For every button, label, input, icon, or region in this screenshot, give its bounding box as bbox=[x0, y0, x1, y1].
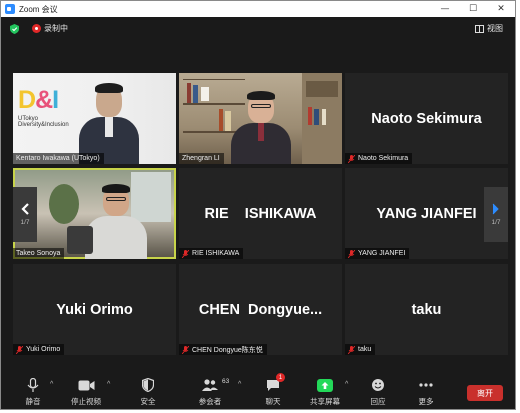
mic-muted-icon bbox=[16, 345, 23, 354]
participant-display-name: Yuki Orimo bbox=[56, 301, 133, 318]
window-controls: — ☐ ✕ bbox=[431, 1, 515, 17]
chat-button[interactable]: 1 聊天 bbox=[253, 373, 293, 407]
view-label: 视图 bbox=[487, 24, 503, 33]
participant-name-label: taku bbox=[345, 344, 376, 355]
participant-video bbox=[85, 184, 147, 259]
video-tile[interactable]: taku taku bbox=[345, 264, 508, 355]
chat-bubble-icon: 1 bbox=[264, 373, 285, 393]
maximize-icon[interactable]: ☐ bbox=[459, 1, 487, 17]
participant-video bbox=[79, 83, 139, 164]
mic-muted-icon bbox=[182, 249, 189, 258]
meeting-toolbar: 静音 ^ 停止视频 ^ 安全 63 参会者 ^ 1 聊天 共享屏幕 ^ 回应 更… bbox=[1, 372, 515, 409]
chat-unread-badge: 1 bbox=[276, 373, 285, 382]
page-indicator-right: 1/7 bbox=[491, 219, 501, 226]
security-button[interactable]: 安全 bbox=[128, 377, 168, 407]
recording-label: 录制中 bbox=[44, 24, 68, 33]
stop-video-button[interactable]: 停止视频 bbox=[66, 377, 106, 407]
mute-label: 静音 bbox=[25, 397, 41, 406]
zoom-app-icon bbox=[5, 4, 15, 14]
page-indicator-left: 1/7 bbox=[20, 219, 30, 226]
mic-muted-icon bbox=[348, 249, 355, 258]
share-options-caret-icon[interactable]: ^ bbox=[345, 381, 348, 388]
close-icon[interactable]: ✕ bbox=[487, 1, 515, 17]
video-tile[interactable]: Yuki Orimo Yuki Orimo bbox=[13, 264, 176, 355]
participant-name-label: CHEN Dongyue陈东悦 bbox=[179, 344, 267, 355]
participant-video bbox=[231, 91, 291, 164]
recording-dot-icon bbox=[32, 24, 41, 33]
mute-options-caret-icon[interactable]: ^ bbox=[50, 381, 53, 388]
participant-name-label: Naoto Sekimura bbox=[345, 153, 413, 164]
title-bar: Zoom 会议 — ☐ ✕ bbox=[1, 1, 515, 17]
participant-name-label: Kentaro Iwakawa (UTokyo) bbox=[13, 153, 104, 164]
mic-muted-icon bbox=[348, 154, 355, 163]
logo-line2: Diversity&Inclusion bbox=[18, 122, 69, 128]
video-tile[interactable]: Zhengran LI bbox=[179, 73, 342, 164]
video-tile[interactable]: RIE ISHIKAWA RIE ISHIKAWA bbox=[179, 168, 342, 259]
bookshelf-right bbox=[302, 73, 342, 164]
participant-name-label: Takeo Sonoya bbox=[13, 248, 65, 259]
video-camera-icon bbox=[77, 377, 95, 393]
microphone-icon bbox=[24, 377, 42, 393]
mic-muted-icon bbox=[348, 345, 355, 354]
chat-label: 聊天 bbox=[265, 397, 281, 406]
more-dots-icon bbox=[417, 377, 435, 393]
held-object bbox=[67, 226, 93, 254]
encryption-shield-icon[interactable] bbox=[10, 24, 19, 34]
security-shield-icon bbox=[139, 377, 157, 393]
share-screen-button[interactable]: 共享屏幕 bbox=[305, 377, 345, 407]
participant-display-name: taku bbox=[411, 301, 442, 318]
participants-options-caret-icon[interactable]: ^ bbox=[238, 381, 241, 388]
participants-icon: 63 bbox=[201, 377, 229, 393]
security-label: 安全 bbox=[140, 397, 156, 406]
video-options-caret-icon[interactable]: ^ bbox=[107, 381, 110, 388]
participants-button[interactable]: 63 参会者 bbox=[190, 377, 230, 407]
chevron-right-icon bbox=[492, 203, 499, 215]
more-label: 更多 bbox=[418, 397, 434, 406]
window-title: Zoom 会议 bbox=[19, 4, 58, 14]
reactions-label: 回应 bbox=[370, 397, 386, 406]
recording-indicator[interactable]: 录制中 bbox=[32, 23, 68, 34]
previous-page-button[interactable]: 1/7 bbox=[13, 187, 37, 242]
view-button[interactable]: 视图 bbox=[475, 23, 503, 34]
emoji-reaction-icon bbox=[369, 377, 387, 393]
stop-video-label: 停止视频 bbox=[71, 397, 101, 406]
video-tile[interactable]: Naoto Sekimura Naoto Sekimura bbox=[345, 73, 508, 164]
share-screen-icon bbox=[316, 377, 334, 393]
mute-button[interactable]: 静音 bbox=[13, 377, 53, 407]
mic-muted-icon bbox=[182, 345, 189, 354]
reactions-button[interactable]: 回应 bbox=[358, 377, 398, 407]
participants-label: 参会者 bbox=[198, 397, 222, 406]
participant-name-label: YANG JIANFEI bbox=[345, 248, 410, 259]
chevron-left-icon bbox=[21, 203, 29, 215]
video-tile[interactable]: D&I UTokyo Diversity&Inclusion Kentaro I… bbox=[13, 73, 176, 164]
share-screen-label: 共享屏幕 bbox=[310, 397, 340, 406]
participant-display-name: CHEN Dongyue... bbox=[198, 301, 323, 318]
grid-view-icon bbox=[475, 24, 484, 33]
leave-meeting-button[interactable]: 离开 bbox=[467, 385, 503, 401]
participant-name-label: Zhengran LI bbox=[179, 153, 224, 164]
di-logo: D&I UTokyo Diversity&Inclusion bbox=[18, 86, 69, 129]
participant-display-name: RIE ISHIKAWA bbox=[204, 205, 317, 222]
video-tile[interactable]: CHEN Dongyue... CHEN Dongyue陈东悦 bbox=[179, 264, 342, 355]
participant-name-label: RIE ISHIKAWA bbox=[179, 248, 244, 259]
meeting-top-bar: 录制中 视图 bbox=[1, 17, 515, 41]
video-tile-active-speaker[interactable]: Takeo Sonoya bbox=[13, 168, 176, 259]
zoom-window: Zoom 会议 — ☐ ✕ 录制中 视图 D&I UTokyo Diversit… bbox=[0, 0, 516, 410]
more-button[interactable]: 更多 bbox=[406, 377, 446, 407]
participant-name-label: Yuki Orimo bbox=[13, 344, 65, 355]
participants-count: 63 bbox=[222, 378, 230, 385]
background-plant bbox=[49, 184, 79, 224]
participant-display-name: Naoto Sekimura bbox=[371, 110, 482, 127]
minimize-icon[interactable]: — bbox=[431, 1, 459, 17]
next-page-button[interactable]: 1/7 bbox=[484, 187, 508, 242]
